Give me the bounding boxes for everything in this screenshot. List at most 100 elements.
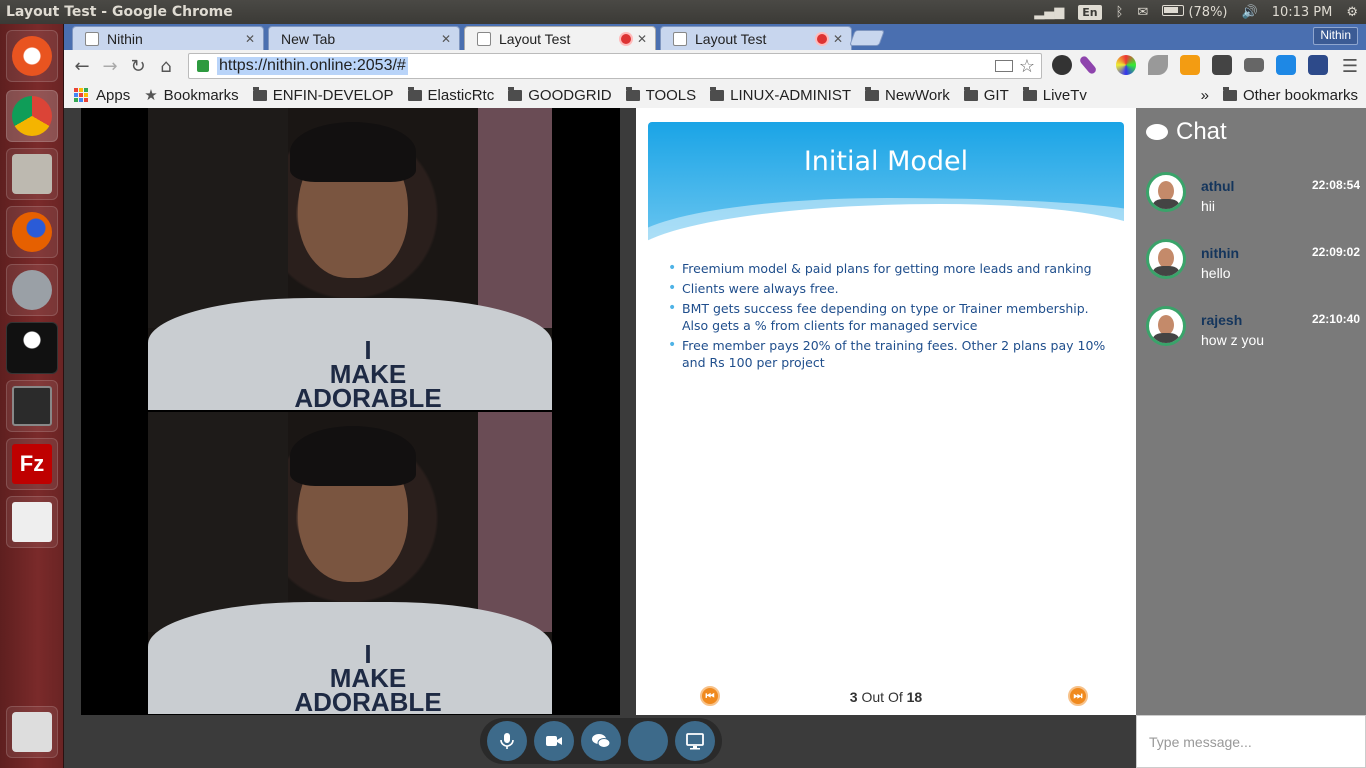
clock[interactable]: 10:13 PM <box>1272 5 1333 20</box>
bookmark-apps[interactable]: Apps <box>64 87 130 104</box>
shirt-text: I MAKE ADORABLE <box>288 641 448 714</box>
apps-grid-icon <box>74 88 88 102</box>
settings-gear-icon[interactable]: ⚙ <box>1346 5 1358 20</box>
bookmark-label: Bookmarks <box>163 86 239 104</box>
forward-arrow-icon[interactable]: → <box>96 56 124 77</box>
firefox-launcher[interactable] <box>6 206 58 258</box>
next-slide-icon[interactable]: ⏭ <box>1068 686 1088 706</box>
slide-counter: 3 Out Of 18 <box>636 689 1136 705</box>
url-text[interactable]: https://nithin.online:2053/# <box>217 57 408 75</box>
slide-bullets: Freemium model & paid plans for getting … <box>666 260 1116 374</box>
bookmark-folder[interactable]: LINUX-ADMINIST <box>710 86 851 104</box>
terminal-icon <box>12 386 52 426</box>
bookmark-star-icon[interactable]: ☆ <box>1019 56 1035 77</box>
bookmark-label: ENFIN-DEVELOP <box>272 86 394 104</box>
folder-icon <box>865 86 879 101</box>
keyboard-indicator[interactable]: En <box>1078 4 1102 20</box>
ubuntu-dash-button[interactable] <box>6 30 58 82</box>
slide-title: Initial Model <box>803 146 969 177</box>
chrome-launcher[interactable] <box>6 90 58 142</box>
slide-pager: ⏮ 3 Out Of 18 ⏭ <box>636 686 1136 708</box>
avatar <box>1146 239 1186 279</box>
filezilla-icon: Fz <box>12 444 52 484</box>
avatar <box>1146 306 1186 346</box>
close-tab-icon[interactable]: ✕ <box>245 32 255 46</box>
video-stream-local[interactable]: I MAKE ADORABLE <box>148 108 552 410</box>
menu-icon[interactable]: ☰ <box>1336 56 1364 77</box>
files-launcher[interactable] <box>6 148 58 200</box>
chat-bubbles-icon <box>1146 124 1168 140</box>
window-title: Layout Test - Google Chrome <box>6 4 233 20</box>
screen-share-icon <box>685 733 704 750</box>
close-tab-icon[interactable]: ✕ <box>441 32 451 46</box>
mail-icon[interactable]: ✉ <box>1137 5 1148 20</box>
new-tab-button[interactable] <box>849 30 885 46</box>
bookmark-folder[interactable]: GOODGRID <box>508 86 612 104</box>
filezilla-launcher[interactable]: Fz <box>6 438 58 490</box>
camera-permission-icon[interactable] <box>994 60 1013 72</box>
current-slide-number: 3 <box>849 689 858 705</box>
video-stream-remote[interactable]: I MAKE ADORABLE <box>148 412 552 714</box>
terminal-launcher[interactable] <box>6 380 58 432</box>
bookmark-label: LINUX-ADMINIST <box>730 86 851 104</box>
home-icon[interactable]: ⌂ <box>152 56 180 77</box>
system-settings-launcher[interactable] <box>6 264 58 316</box>
slide-counter-separator: Out Of <box>861 689 903 705</box>
screen-share-button[interactable] <box>674 721 715 761</box>
close-tab-icon[interactable]: ✕ <box>637 32 647 46</box>
extension-messenger-icon[interactable] <box>1276 55 1296 75</box>
avatar-face <box>1158 248 1174 268</box>
video-camera-icon <box>546 736 563 746</box>
battery-indicator[interactable]: (78%) <box>1162 4 1228 20</box>
message-sender: athul <box>1201 178 1235 194</box>
bookmark-other[interactable]: Other bookmarks <box>1222 86 1358 104</box>
microphone-button[interactable] <box>487 721 528 761</box>
profile-button[interactable]: Nithin <box>1313 27 1358 45</box>
bookmark-folder[interactable]: NewWork <box>865 86 950 104</box>
tab-nithin[interactable]: Nithin ✕ <box>72 26 264 50</box>
tab-label: Nithin <box>107 30 143 47</box>
page-content: I MAKE ADORABLE I MAKE ADORABLE Initial … <box>64 108 1366 768</box>
inkscape-launcher[interactable] <box>6 322 58 374</box>
video-background <box>478 108 552 328</box>
bookmark-folder[interactable]: LiveTv <box>1022 86 1087 104</box>
extension-bug-icon[interactable] <box>1052 55 1072 75</box>
chat-message: rajesh 22:10:40 how z you <box>1146 306 1360 356</box>
tab-new-tab[interactable]: New Tab ✕ <box>268 26 460 50</box>
tab-strip: Nithin ✕ New Tab ✕ Layout Test ✕ Layout … <box>64 24 1366 50</box>
camera-button[interactable] <box>534 721 575 761</box>
chat-toggle-button[interactable] <box>580 721 621 761</box>
tab-layout-test-active[interactable]: Layout Test ✕ <box>464 26 656 50</box>
extension-leaf-icon[interactable] <box>1148 55 1168 75</box>
volume-icon[interactable]: 🔊 <box>1242 5 1258 20</box>
extension-group-icon[interactable] <box>1308 55 1328 75</box>
bookmark-folder[interactable]: TOOLS <box>625 86 696 104</box>
bookmark-folder[interactable]: GIT <box>963 86 1009 104</box>
extension-puzzle-icon[interactable] <box>1180 55 1200 75</box>
tab-layout-test[interactable]: Layout Test ✕ <box>660 26 852 50</box>
folder-icon <box>508 86 523 101</box>
top-panel: Layout Test - Google Chrome ▂▄▆ En ᛒ ✉ (… <box>0 0 1366 24</box>
extension-color-icon[interactable] <box>1116 55 1136 75</box>
shirt-text-line: ADORABLE <box>294 687 442 714</box>
signal-icon[interactable]: ▂▄▆ <box>1034 5 1064 20</box>
chat-message-input[interactable]: Type message... <box>1136 715 1366 768</box>
address-bar[interactable]: https://nithin.online:2053/# ☆ <box>188 53 1042 79</box>
extension-box-icon[interactable] <box>1212 55 1232 75</box>
folder-icon <box>710 86 725 101</box>
blank-control-button[interactable] <box>627 721 668 761</box>
close-tab-icon[interactable]: ✕ <box>833 32 843 46</box>
bookmarks-overflow-button[interactable]: » <box>1201 87 1209 104</box>
folder-icon <box>625 86 640 101</box>
folder-icon <box>252 86 267 101</box>
bookmark-folder[interactable]: ElasticRtc <box>407 86 494 104</box>
bookmark-folder[interactable]: ENFIN-DEVELOP <box>252 86 394 104</box>
back-arrow-icon[interactable]: ← <box>68 56 96 77</box>
extension-monitor-icon[interactable] <box>1244 58 1264 72</box>
trash-launcher[interactable] <box>6 706 58 758</box>
bookmark-bookmarks[interactable]: ★ Bookmarks <box>144 86 239 105</box>
extension-feather-icon[interactable] <box>1078 54 1098 76</box>
bluetooth-icon[interactable]: ᛒ <box>1116 5 1124 20</box>
reload-icon[interactable]: ↻ <box>124 56 152 77</box>
text-editor-launcher[interactable] <box>6 496 58 548</box>
